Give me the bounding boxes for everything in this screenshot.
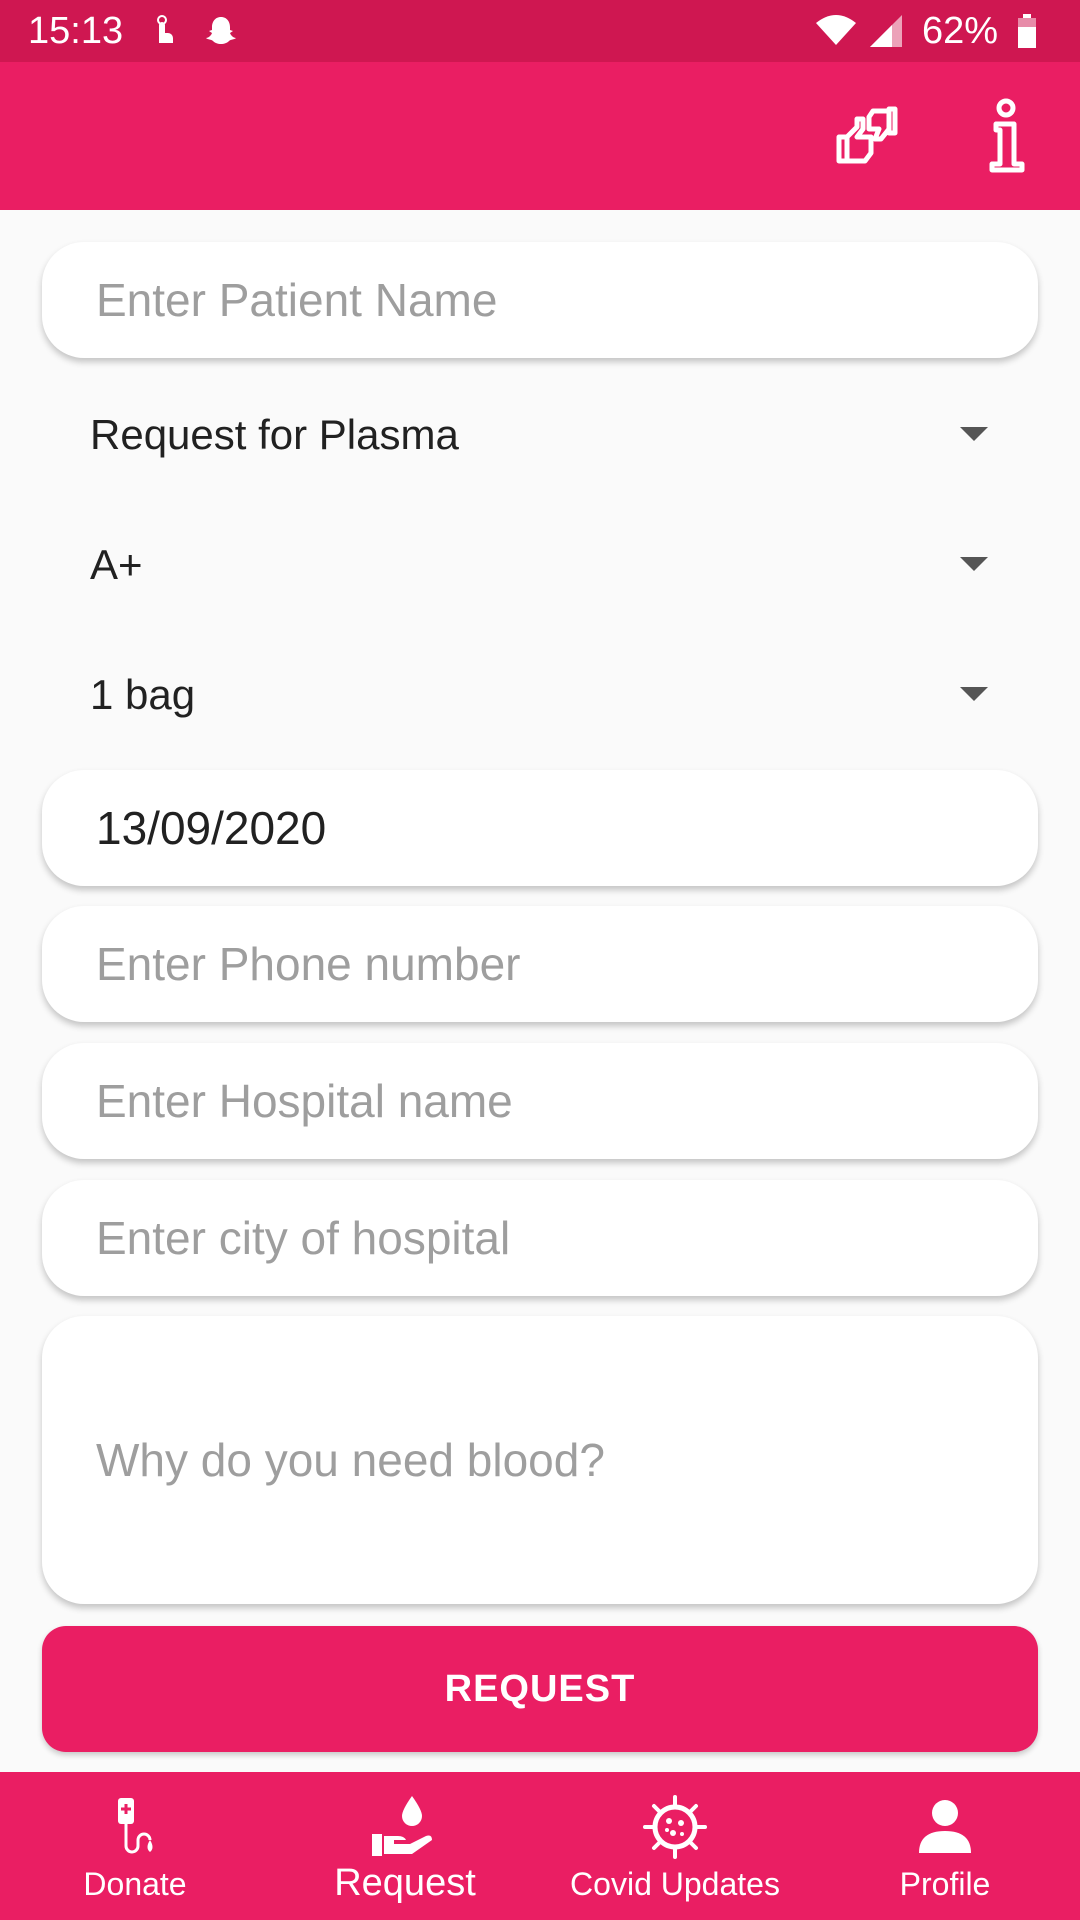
nav-label-request: Request: [334, 1862, 476, 1904]
thumbs-feedback-icon: [833, 103, 903, 174]
request-type-dropdown[interactable]: Request for Plasma: [42, 385, 1038, 485]
blood-group-dropdown[interactable]: A+: [42, 515, 1038, 615]
request-type-value: Request for Plasma: [90, 411, 459, 458]
hospital-city-input[interactable]: Enter city of hospital: [42, 1180, 1038, 1296]
battery-icon: [1016, 13, 1052, 49]
nav-item-covid-updates[interactable]: Covid Updates: [540, 1772, 810, 1920]
info-icon: [984, 98, 1028, 179]
request-button[interactable]: REQUEST: [42, 1626, 1038, 1752]
bottom-navigation: Donate Request Covid Updates Profile: [0, 1772, 1080, 1920]
phone-input[interactable]: Enter Phone number: [42, 906, 1038, 1022]
dropdown-arrow-icon: [960, 557, 988, 571]
dropdown-arrow-icon: [960, 427, 988, 441]
blood-group-value: A+: [90, 541, 143, 588]
nav-item-request[interactable]: Request: [270, 1772, 540, 1920]
nav-label-covid-updates: Covid Updates: [570, 1866, 780, 1902]
snapchat-icon: [203, 13, 239, 49]
patient-name-input[interactable]: Enter Patient Name: [42, 242, 1038, 358]
status-time: 15:13: [28, 9, 124, 52]
date-input[interactable]: 13/09/2020: [42, 770, 1038, 886]
person-icon: [910, 1792, 980, 1862]
app-toolbar: [0, 62, 1080, 210]
city-placeholder: Enter city of hospital: [96, 1212, 511, 1264]
hand-drop-icon: [370, 1792, 440, 1862]
hospital-name-input[interactable]: Enter Hospital name: [42, 1043, 1038, 1159]
reason-textarea[interactable]: Why do you need blood?: [42, 1316, 1038, 1604]
nav-label-profile: Profile: [899, 1866, 991, 1902]
info-button[interactable]: [966, 98, 1046, 178]
status-bar: 15:13 62%: [0, 0, 1080, 62]
nav-item-profile[interactable]: Profile: [810, 1772, 1080, 1920]
iv-drip-icon: [100, 1792, 170, 1862]
reason-placeholder: Why do you need blood?: [96, 1434, 605, 1486]
virus-icon: [640, 1792, 710, 1862]
nav-label-donate: Donate: [83, 1866, 187, 1902]
battery-percent: 62%: [921, 9, 998, 52]
wifi-icon: [814, 13, 856, 49]
date-value: 13/09/2020: [96, 802, 327, 854]
nav-item-donate[interactable]: Donate: [0, 1772, 270, 1920]
quantity-dropdown[interactable]: 1 bag: [42, 645, 1038, 745]
touch-gesture-icon: [145, 13, 181, 49]
hospital-placeholder: Enter Hospital name: [96, 1075, 513, 1127]
phone-placeholder: Enter Phone number: [96, 938, 521, 990]
feedback-button[interactable]: [828, 98, 908, 178]
quantity-value: 1 bag: [90, 671, 196, 718]
dropdown-arrow-icon: [960, 687, 988, 701]
patient-name-placeholder: Enter Patient Name: [96, 274, 498, 326]
signal-icon: [868, 13, 904, 49]
request-button-label: REQUEST: [444, 1667, 636, 1710]
